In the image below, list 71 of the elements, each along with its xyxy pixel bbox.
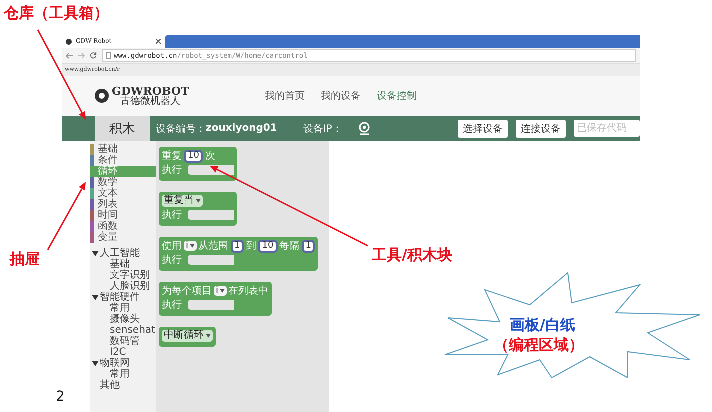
device-ip-label: 设备IP： (303, 122, 342, 136)
toolbox-group[interactable]: 物联网 (90, 358, 156, 369)
block-dropdown[interactable]: 中断循环 (162, 330, 213, 342)
toolbox-item[interactable]: 摄像头 (90, 314, 156, 325)
number-field[interactable]: 1 (302, 240, 316, 252)
caret-icon (206, 334, 211, 338)
reload-icon[interactable] (90, 52, 97, 59)
block-label: 执行 (162, 298, 182, 312)
toolbox-item[interactable]: 基础 (90, 259, 156, 270)
block-label: 使用 (162, 240, 182, 253)
site-icon (66, 38, 72, 44)
page-number: 2 (56, 389, 65, 405)
number-field[interactable]: 1 (230, 240, 244, 252)
block-label: 每隔 (280, 240, 300, 253)
toolbox-group[interactable]: 其他 (90, 380, 156, 391)
toolbox-item[interactable]: sensehat (90, 325, 156, 336)
toolbox-item[interactable]: 常用 (90, 369, 156, 380)
caret-icon (196, 199, 201, 203)
block-dropdown[interactable]: 重复当 (162, 195, 203, 207)
block-label: 重复 (162, 150, 182, 163)
toolbox-item[interactable]: 文字识别 (90, 270, 156, 281)
variable-dropdown[interactable]: i (214, 286, 227, 296)
back-icon[interactable] (66, 52, 73, 58)
toolbox-group[interactable]: 人工智能 (90, 248, 156, 259)
nav-link[interactable]: 我的首页 (265, 89, 305, 103)
blocks-panel-tab[interactable]: 积木 (95, 116, 150, 141)
nav-link[interactable]: 设备控制 (377, 89, 417, 103)
saved-code-field[interactable]: 已保存代码 (574, 120, 640, 137)
callout-text: （编程区域） (494, 336, 584, 355)
block-label: 执行 (162, 208, 182, 222)
toolbox-group[interactable]: 智能硬件 (90, 292, 156, 303)
code-block[interactable]: 重复 10 次 执行 (159, 147, 237, 181)
webcam-icon[interactable] (358, 122, 372, 135)
code-block[interactable]: 使用 i 从范围 1 到 10 每隔 1 执行 (159, 237, 318, 271)
number-field[interactable]: 10 (184, 150, 204, 162)
block-label: 为每个项目 (162, 284, 212, 298)
code-block[interactable]: 重复当 执行 (159, 192, 237, 226)
page-icon (106, 52, 111, 59)
expanded-caret-icon[interactable] (92, 360, 99, 367)
caret-icon (220, 289, 225, 293)
block-label: 到 (246, 240, 256, 253)
annotation-label: 抽屉 (10, 250, 40, 269)
annotation-label: 仓库（工具箱） (4, 4, 109, 23)
toolbar-button[interactable]: 连接设备 (516, 120, 566, 138)
variable-dropdown[interactable]: i (184, 241, 197, 251)
block-label: 执行 (162, 254, 182, 267)
logo-title: GDWROBOT (112, 86, 190, 96)
device-id: zouxiyong01 (206, 123, 278, 134)
toolbox-item[interactable]: 数码管 (90, 336, 156, 347)
block-label: 执行 (162, 164, 182, 177)
pointer-arrow (47, 182, 86, 250)
expanded-caret-icon[interactable] (92, 250, 99, 257)
toolbox-item[interactable]: I2C (90, 347, 156, 358)
nav-link[interactable]: 我的设备 (321, 89, 361, 103)
annotation-label: 工具/积木块 (372, 246, 452, 265)
expanded-caret-icon[interactable] (92, 294, 99, 301)
callout-text: 画板/白纸 (510, 316, 576, 335)
block-label: 从范围 (198, 240, 229, 253)
logo-icon (95, 89, 109, 103)
code-block[interactable]: 为每个项目 i 在列表中 执行 (159, 282, 272, 316)
toolbox-item[interactable]: 人脸识别 (90, 281, 156, 292)
block-label: 在列表中 (228, 284, 269, 298)
toolbar-button[interactable]: 选择设备 (458, 120, 508, 138)
close-icon[interactable] (156, 39, 161, 44)
code-block[interactable]: 中断循环 (159, 327, 216, 347)
logo-subtitle: 古德微机器人 (120, 96, 181, 106)
number-field[interactable]: 10 (258, 240, 278, 252)
device-id-label: 设备编号： (156, 122, 206, 136)
caret-icon (190, 244, 195, 248)
toolbox-item[interactable]: 常用 (90, 303, 156, 314)
block-label: 次 (205, 150, 216, 163)
